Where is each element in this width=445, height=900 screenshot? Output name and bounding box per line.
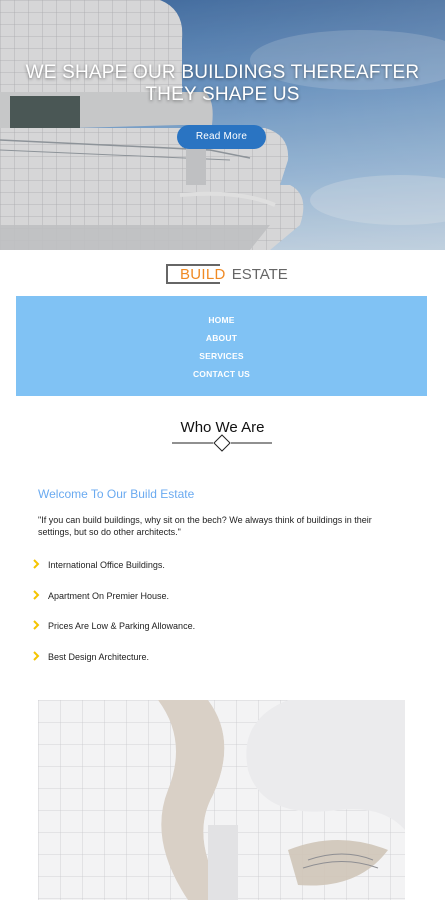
list-item: Prices Are Low & Parking Allowance. — [32, 620, 195, 651]
hero-title-line-2: THEY SHAPE US — [145, 84, 300, 105]
read-more-button[interactable]: Read More — [177, 125, 266, 149]
feature-text: Best Design Architecture. — [48, 651, 150, 662]
nav-item-services[interactable]: SERVICES — [16, 350, 427, 368]
site-logo[interactable]: BUILD ESTATE — [166, 263, 288, 285]
feature-text: International Office Buildings. — [48, 560, 165, 570]
chevron-right-icon — [33, 559, 40, 569]
building-curve-image — [38, 700, 405, 900]
nav-list: HOME ABOUT SERVICES CONTACT US — [16, 314, 427, 386]
chevron-right-icon — [33, 650, 40, 661]
list-item: Best Design Architecture. — [32, 650, 195, 682]
list-item: International Office Buildings. — [32, 559, 195, 590]
diamond-divider-icon — [172, 434, 272, 452]
architecture-photo — [38, 700, 405, 900]
main-navigation: HOME ABOUT SERVICES CONTACT US — [16, 296, 427, 396]
feature-text: Prices Are Low & Parking Allowance. — [48, 621, 196, 631]
hero-title: WE SHAPE OUR BUILDINGS THEREAFTER THEY S… — [0, 62, 445, 106]
logo-text-build: BUILD — [180, 265, 226, 283]
nav-item-contact-us[interactable]: CONTACT US — [16, 368, 427, 386]
logo-mark: BUILD — [166, 264, 231, 284]
feature-text: Apartment On Premier House. — [48, 590, 170, 601]
nav-item-home[interactable]: HOME — [16, 314, 427, 332]
chevron-right-icon — [33, 620, 40, 630]
nav-item-about[interactable]: ABOUT — [16, 332, 427, 350]
welcome-heading: Welcome To Our Build Estate — [38, 487, 195, 501]
features-list: International Office Buildings. Apartmen… — [32, 559, 195, 681]
hero-title-line-1: WE SHAPE OUR BUILDINGS THEREAFTER — [25, 62, 420, 83]
about-quote: "If you can build buildings, why sit on … — [38, 515, 372, 537]
hero-banner: WE SHAPE OUR BUILDINGS THEREAFTER THEY S… — [0, 0, 445, 250]
chevron-right-icon — [33, 589, 40, 600]
logo-text-estate: ESTATE — [231, 265, 288, 283]
list-item: Apartment On Premier House. — [32, 589, 195, 621]
